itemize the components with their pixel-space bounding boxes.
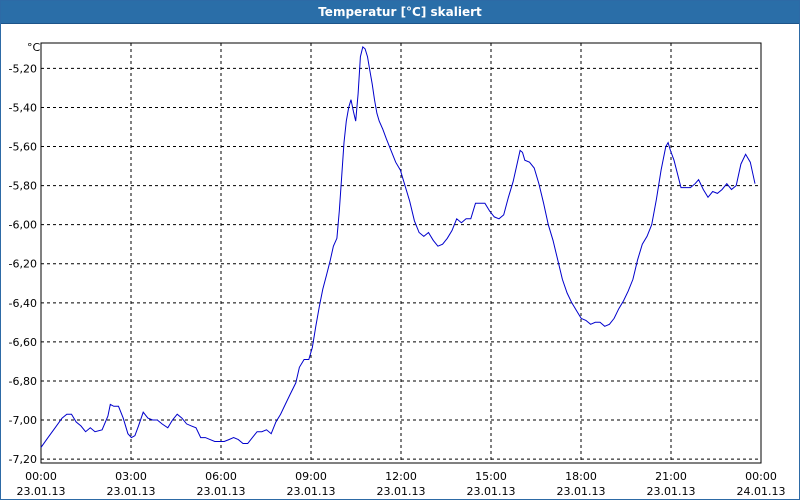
y-tick-label: -7,20 bbox=[9, 453, 37, 466]
x-tick-date-label: 23.01.13 bbox=[197, 485, 246, 498]
x-tick-time-label: 15:00 bbox=[475, 470, 507, 483]
x-tick-time-label: 03:00 bbox=[115, 470, 147, 483]
y-axis-unit-label: °C bbox=[27, 41, 41, 54]
x-tick-date-label: 24.01.13 bbox=[737, 485, 786, 498]
x-tick-date-label: 23.01.13 bbox=[557, 485, 606, 498]
x-tick-date-label: 23.01.13 bbox=[287, 485, 336, 498]
x-tick-time-label: 12:00 bbox=[385, 470, 417, 483]
x-tick-time-label: 18:00 bbox=[565, 470, 597, 483]
y-tick-label: -6,20 bbox=[9, 258, 37, 271]
x-tick-time-label: 09:00 bbox=[295, 470, 327, 483]
x-tick-time-label: 21:00 bbox=[655, 470, 687, 483]
y-tick-label: -5,60 bbox=[9, 141, 37, 154]
line-chart: °C -5,20 -5,40 -5,60 -5,80 -6,00 -6,20 -6,40 -6… bbox=[9, 41, 786, 498]
x-tick-time-label: 00:00 bbox=[25, 470, 57, 483]
chart-window: Temperatur [°C] skaliert °C -5,20 -5,40 -5… bbox=[0, 0, 800, 500]
x-tick-time-label: 00:00 bbox=[745, 470, 777, 483]
y-tick-label: -6,60 bbox=[9, 336, 37, 349]
y-tick-label: -5,20 bbox=[9, 62, 37, 75]
y-tick-label: -6,40 bbox=[9, 297, 37, 310]
x-tick-date-label: 23.01.13 bbox=[17, 485, 66, 498]
x-tick-date-label: 23.01.13 bbox=[377, 485, 426, 498]
x-tick-time-label: 06:00 bbox=[205, 470, 237, 483]
x-tick-date-label: 23.01.13 bbox=[647, 485, 696, 498]
y-tick-label: -5,40 bbox=[9, 101, 37, 114]
x-tick-date-label: 23.01.13 bbox=[107, 485, 156, 498]
y-tick-label: -7,00 bbox=[9, 414, 37, 427]
y-tick-label: -6,00 bbox=[9, 219, 37, 232]
y-tick-label: -5,80 bbox=[9, 180, 37, 193]
x-tick-date-label: 23.01.13 bbox=[467, 485, 516, 498]
y-tick-label: -6,80 bbox=[9, 375, 37, 388]
